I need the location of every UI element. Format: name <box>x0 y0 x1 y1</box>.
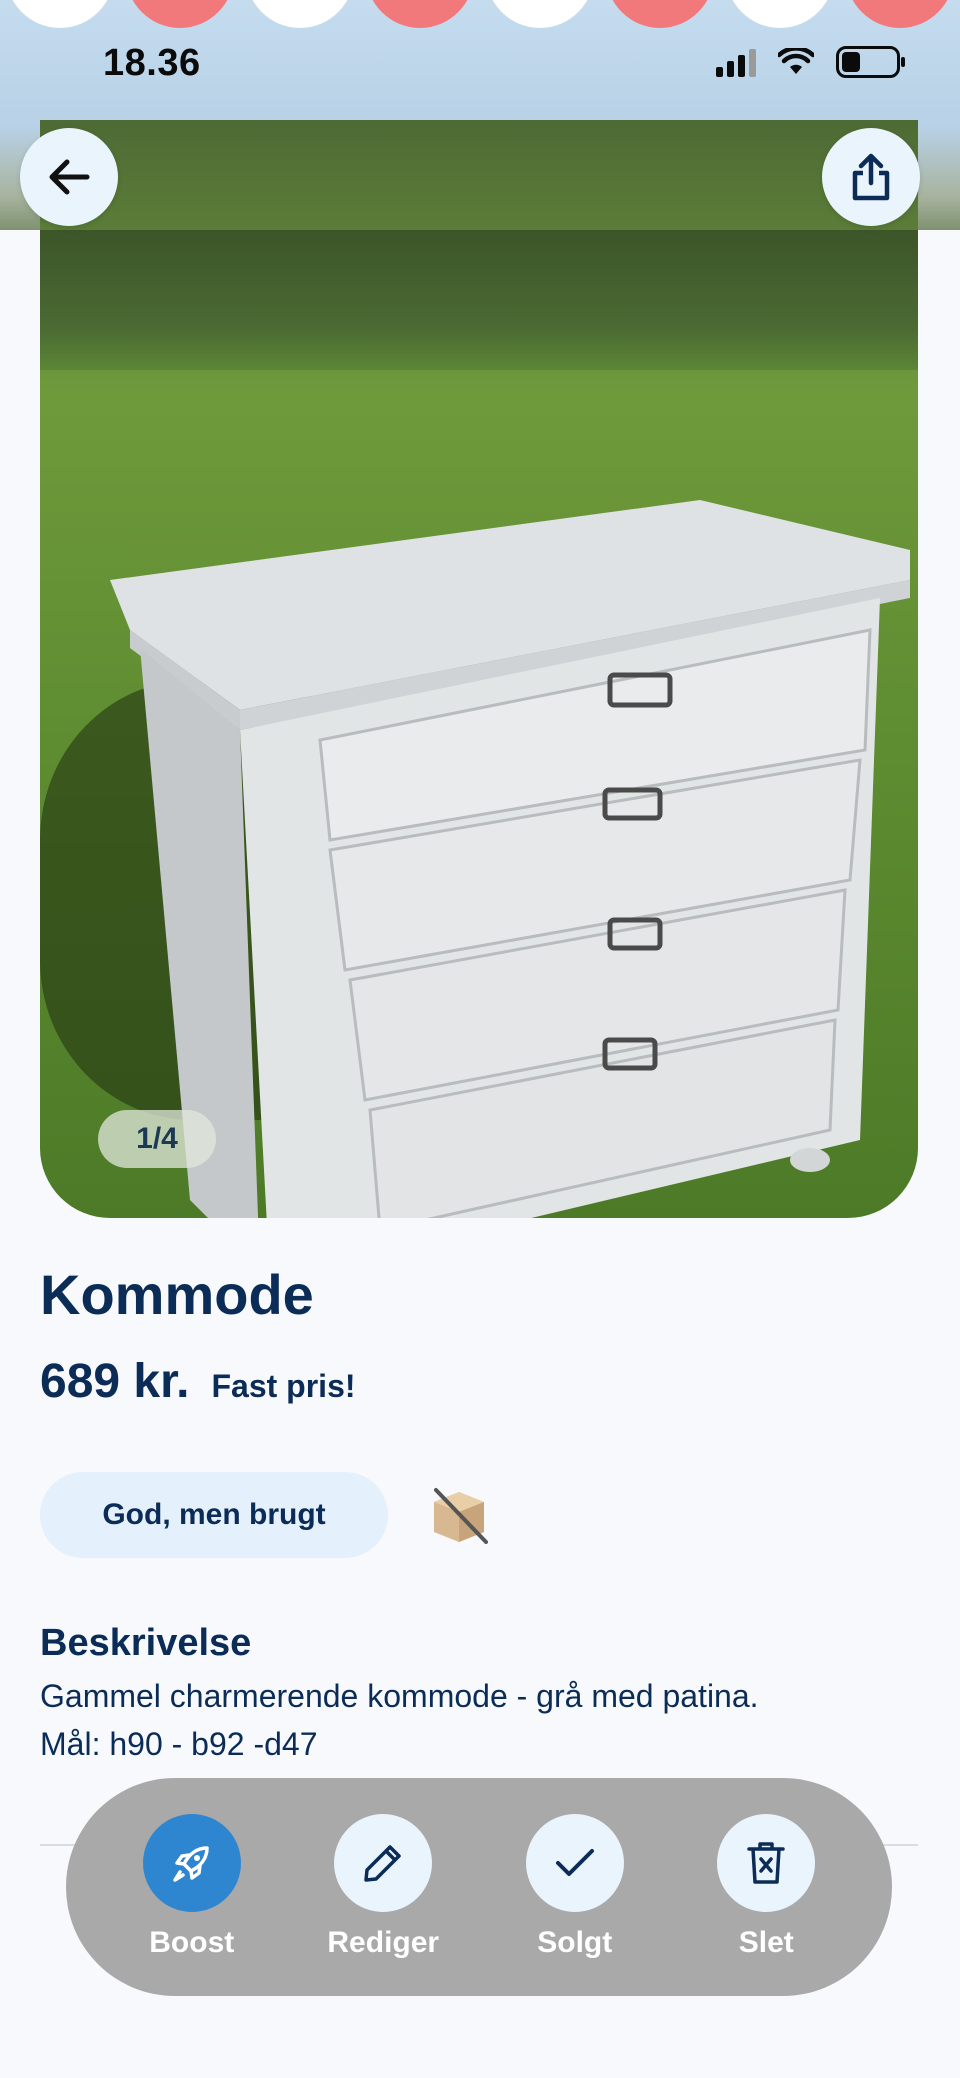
action-bar: Boost Rediger Solgt Slet <box>66 1778 892 1996</box>
decor-dot <box>246 0 354 28</box>
listing-photo[interactable]: 1/4 <box>40 120 918 1218</box>
dresser-image <box>110 500 910 1218</box>
decor-dot <box>726 0 834 28</box>
pencil-icon <box>364 1845 401 1882</box>
checkmark-icon <box>555 1849 594 1876</box>
listing-price: 689 kr. <box>40 1355 190 1408</box>
description-heading: Beskrivelse <box>40 1622 252 1664</box>
listing-screen: 18.36 1/4 Kommode 689 kr. Fast pris! God… <box>0 0 960 2078</box>
arrow-left-icon <box>49 159 90 195</box>
decor-dot <box>126 0 234 28</box>
back-button[interactable] <box>20 128 118 226</box>
boost-button[interactable]: Boost <box>107 1814 277 1960</box>
edit-circle[interactable] <box>334 1814 433 1912</box>
sold-label: Solgt <box>537 1926 613 1959</box>
trash-icon <box>747 1842 785 1884</box>
sold-circle[interactable] <box>525 1814 624 1912</box>
delete-label: Slet <box>738 1926 794 1959</box>
no-shipping-icon <box>434 1488 488 1544</box>
cellular-signal-icon <box>716 47 756 77</box>
edit-label: Rediger <box>327 1926 440 1959</box>
price-note: Fast pris! <box>211 1368 356 1404</box>
decor-dot <box>486 0 594 28</box>
share-button[interactable] <box>822 128 920 226</box>
share-icon <box>852 153 890 201</box>
rocket-icon <box>173 1846 209 1882</box>
edit-button[interactable]: Rediger <box>298 1814 468 1960</box>
status-time: 18.36 <box>103 42 201 84</box>
description-line: Gammel charmerende kommode - grå med pat… <box>40 1678 759 1714</box>
description-text: Gammel charmerende kommode - grå med pat… <box>40 1672 920 1768</box>
decor-dot <box>6 0 114 28</box>
status-icons <box>716 46 905 78</box>
delete-button[interactable]: Slet <box>681 1814 851 1960</box>
delete-circle[interactable] <box>717 1814 816 1912</box>
description-line: Mål: h90 - b92 -d47 <box>40 1726 318 1762</box>
wifi-icon <box>778 48 814 74</box>
listing-title: Kommode <box>40 1263 314 1326</box>
photo-counter: 1/4 <box>98 1110 216 1168</box>
decor-dot <box>366 0 474 28</box>
boost-label: Boost <box>149 1926 235 1959</box>
boost-circle[interactable] <box>142 1814 241 1912</box>
decor-dot <box>606 0 714 28</box>
condition-badge: God, men brugt <box>40 1472 388 1558</box>
decor-dot <box>846 0 954 28</box>
battery-icon <box>836 46 905 78</box>
photo-background-hedge <box>40 230 918 370</box>
price-row: 689 kr. Fast pris! <box>40 1354 356 1409</box>
sold-button[interactable]: Solgt <box>490 1814 660 1960</box>
